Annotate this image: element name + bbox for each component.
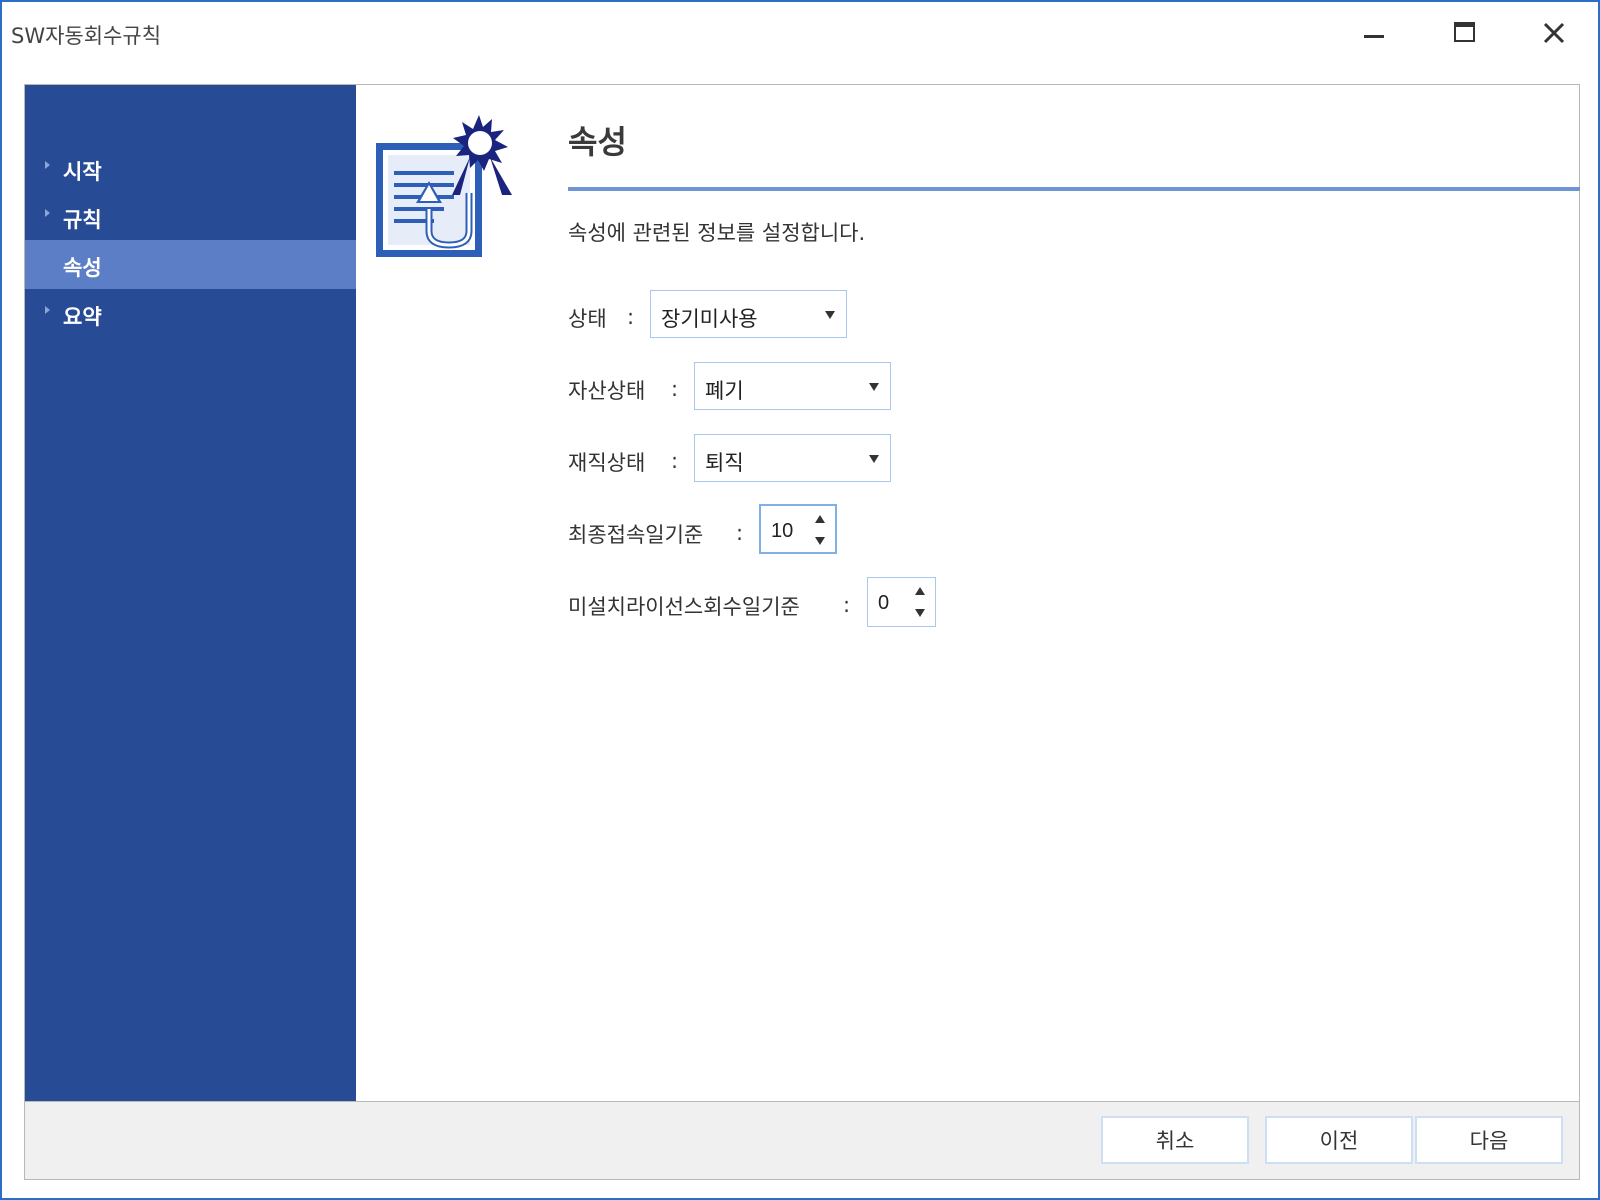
sidebar-item-summary[interactable]: 요약 xyxy=(25,289,356,338)
employment-status-colon: : xyxy=(671,449,679,473)
last-access-days-colon: : xyxy=(736,521,744,545)
sidebar-item-rule[interactable]: 규칙 xyxy=(25,192,356,241)
uninstalled-license-days-colon: : xyxy=(843,593,851,617)
wizard-frame: 시작 규칙 속성 요약 속성 속성에 관련된 정보를 설정합니다. 상태: 장… xyxy=(24,84,1580,1180)
sidebar-item-label: 속성 xyxy=(63,256,102,280)
wizard-steps-sidebar: 시작 규칙 속성 요약 xyxy=(25,85,356,1101)
employment-status-select[interactable]: 퇴직 xyxy=(694,434,891,482)
next-button[interactable]: 다음 xyxy=(1415,1116,1563,1164)
sidebar-item-properties[interactable]: 속성 xyxy=(25,240,356,289)
asset-status-colon: : xyxy=(671,377,679,401)
asset-status-select[interactable]: 폐기 xyxy=(694,362,891,410)
status-label: 상태 xyxy=(568,307,607,331)
minimize-icon xyxy=(1364,35,1384,38)
maximize-icon xyxy=(1454,22,1475,42)
chevron-down-icon xyxy=(825,311,835,319)
spin-up-icon[interactable] xyxy=(813,512,827,526)
sidebar-item-label: 요약 xyxy=(63,305,102,329)
chevron-down-icon xyxy=(869,383,879,391)
employment-status-select-value: 퇴직 xyxy=(705,451,744,475)
asset-status-label: 자산상태 xyxy=(568,379,646,403)
wizard-window: SW자동회수규칙 시작 규칙 속성 요약 속성 속성에 관련된 정보를 설정합니… xyxy=(0,0,1600,1200)
maximize-button[interactable] xyxy=(1442,14,1486,54)
close-button[interactable] xyxy=(1532,14,1576,54)
wizard-footer: 취소 이전 다음 xyxy=(25,1101,1579,1179)
uninstalled-license-days-value: 0 xyxy=(878,592,890,614)
minimize-button[interactable] xyxy=(1352,14,1396,54)
uninstalled-license-days-label: 미설치라이선스회수일기준 xyxy=(568,595,800,619)
asset-status-select-value: 폐기 xyxy=(705,379,744,403)
sidebar-item-start[interactable]: 시작 xyxy=(25,144,356,193)
status-select[interactable]: 장기미사용 xyxy=(650,290,847,338)
status-select-value: 장기미사용 xyxy=(661,307,758,331)
page-description: 속성에 관련된 정보를 설정합니다. xyxy=(568,221,866,245)
step-arrow-icon xyxy=(45,306,50,314)
title-bar: SW자동회수규칙 xyxy=(2,2,1598,66)
window-title: SW자동회수규칙 xyxy=(11,24,162,48)
employment-status-label: 재직상태 xyxy=(568,451,646,475)
spin-down-icon[interactable] xyxy=(913,606,927,620)
sidebar-item-label: 시작 xyxy=(63,160,102,184)
cancel-button[interactable]: 취소 xyxy=(1101,1116,1249,1164)
last-access-days-label: 최종접속일기준 xyxy=(568,523,704,547)
page-title: 속성 xyxy=(568,123,627,161)
last-access-days-stepper[interactable]: 10 xyxy=(759,504,837,554)
step-arrow-icon xyxy=(45,209,50,217)
chevron-down-icon xyxy=(869,455,879,463)
document-update-icon xyxy=(376,115,512,257)
previous-button[interactable]: 이전 xyxy=(1265,1116,1413,1164)
spin-up-icon[interactable] xyxy=(913,584,927,598)
spin-down-icon[interactable] xyxy=(813,534,827,548)
title-divider xyxy=(568,187,1580,191)
status-colon: : xyxy=(627,305,635,329)
last-access-days-value: 10 xyxy=(771,520,794,542)
properties-page: 속성 속성에 관련된 정보를 설정합니다. 상태 : 장기미사용 자산상태 : … xyxy=(356,85,1580,1101)
step-arrow-icon xyxy=(45,161,50,169)
uninstalled-license-days-stepper[interactable]: 0 xyxy=(867,577,936,627)
sidebar-item-label: 규칙 xyxy=(63,208,102,232)
close-icon xyxy=(1543,22,1565,44)
